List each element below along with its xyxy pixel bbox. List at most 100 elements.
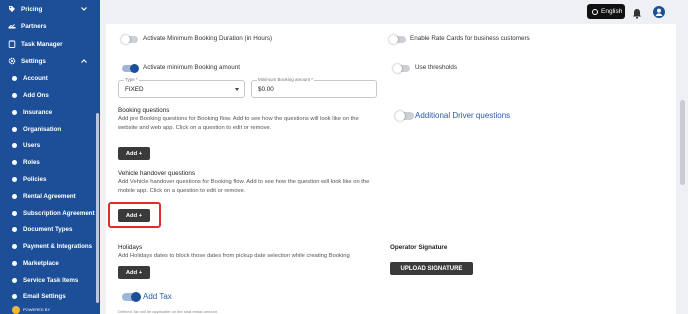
bell-icon[interactable] [632, 6, 642, 19]
bullet-icon [12, 226, 17, 232]
thresholds-label: Use thresholds [415, 64, 457, 71]
powered-by-label: POWERED BY [23, 307, 51, 312]
user-circle-icon[interactable] [653, 5, 665, 18]
sidebar-item-label: Policies [23, 175, 47, 183]
page-scrollbar[interactable] [680, 100, 685, 185]
holidays-desc: Add Holidays dates to block those dates … [118, 253, 350, 259]
clipboard-icon [8, 40, 16, 48]
sidebar-item-insurance[interactable]: Insurance [0, 104, 100, 120]
vehicle-handover-desc-1: Add Vehicle handover questions for Booki… [118, 179, 370, 185]
operator-signature-title: Operator Signature [390, 244, 448, 251]
sidebar-item-label: Service Task Items [23, 276, 79, 284]
vehicle-handover-title: Vehicle handover questions [118, 170, 196, 177]
sidebar-item-label: Rental Agreement [23, 192, 76, 200]
type-select[interactable]: Type * FIXED [118, 77, 245, 98]
globe-icon [592, 8, 598, 15]
vehicle-handover-desc-2: mobile app. Click on a question to edit … [118, 188, 246, 194]
min-amount-toggle[interactable] [122, 64, 139, 73]
sidebar-item-label: Add Ons [23, 91, 49, 99]
sidebar-item-document-types[interactable]: Document Types [0, 221, 100, 237]
booking-questions-desc-2: website and web app. Click on a question… [118, 125, 272, 131]
sidebar-item-label: Roles [23, 158, 40, 166]
type-select-value: FIXED [125, 86, 144, 93]
partners-icon [8, 22, 16, 30]
bullet-icon [12, 109, 17, 115]
sidebar-item-partners[interactable]: Partners [0, 18, 100, 34]
add-tax-label: Add Tax [143, 292, 172, 301]
upload-signature-button[interactable]: UPLOAD SIGNATURE [390, 262, 473, 275]
sidebar-item-email-settings[interactable]: Email Settings [0, 288, 100, 304]
sidebar-item-add-ons[interactable]: Add Ons [0, 87, 100, 103]
sidebar-item-account[interactable]: Account [0, 70, 100, 86]
sidebar-item-roles[interactable]: Roles [0, 154, 100, 170]
language-button[interactable]: English [587, 4, 625, 19]
sidebar-item-label: Organisation [23, 125, 62, 133]
sidebar-item-rental-agreement[interactable]: Rental Agreement [0, 188, 100, 204]
tag-icon [8, 5, 16, 13]
sidebar-item-payment-integrations[interactable]: Payment & Integrations [0, 238, 100, 254]
bullet-icon [12, 293, 17, 299]
bullet-icon [12, 159, 17, 165]
booking-questions-add-button[interactable]: Add + [118, 147, 150, 160]
bullet-icon [12, 277, 17, 283]
chevron-down-icon[interactable] [80, 5, 88, 13]
sidebar-item-users[interactable]: Users [0, 137, 100, 153]
sidebar-item-label: Users [23, 141, 41, 149]
sidebar-item-label: Insurance [23, 108, 53, 116]
thresholds-toggle[interactable] [393, 64, 410, 73]
sidebar-item-label: Account [23, 74, 48, 82]
sidebar-item-organisation[interactable]: Organisation [0, 121, 100, 137]
bullet-icon [12, 92, 17, 98]
bullet-icon [12, 142, 17, 148]
sidebar-item-label: Task Manager [21, 40, 63, 48]
brand-logo-icon [12, 305, 20, 314]
sidebar-item-label: Settings [21, 57, 46, 65]
booking-questions-desc-1: Add pre Booking questions for Booking fl… [118, 116, 359, 122]
sidebar-item-label: Payment & Integrations [23, 242, 93, 250]
sidebar-item-subscription-agreement[interactable]: Subscription Agreement [0, 205, 100, 221]
min-amount-input-value: $0.00 [258, 86, 274, 93]
min-amount-label: Activate minimum Booking amount [143, 64, 240, 71]
bullet-icon [12, 210, 17, 216]
add-tax-toggle[interactable] [122, 292, 141, 302]
bullet-icon [12, 260, 17, 266]
sidebar-scrollbar[interactable] [96, 113, 99, 303]
additional-driver-label: Additional Driver questions [415, 111, 511, 120]
gear-icon [8, 57, 16, 65]
sidebar-item-service-task-items[interactable]: Service Task Items [0, 272, 100, 288]
sidebar-item-task-manager[interactable]: Task Manager [0, 36, 100, 52]
bullet-icon [12, 176, 17, 182]
sidebar-item-label: Subscription Agreement [23, 209, 95, 217]
bullet-icon [12, 243, 17, 249]
holidays-title: Holidays [118, 244, 143, 251]
sidebar-item-marketplace[interactable]: Marketplace [0, 255, 100, 271]
sidebar-item-settings[interactable]: Settings [0, 53, 100, 69]
additional-driver-toggle[interactable] [395, 111, 414, 121]
vehicle-handover-add-button[interactable]: Add + [118, 209, 150, 222]
bullet-icon [12, 126, 17, 132]
rate-cards-label: Enable Rate Cards for business customers [410, 35, 530, 42]
sidebar-item-pricing[interactable]: Pricing [0, 1, 100, 17]
caret-down-icon [235, 88, 239, 91]
type-select-label: Type * [124, 77, 139, 82]
bullet-icon [12, 193, 17, 199]
sidebar-item-label: Email Settings [23, 292, 66, 300]
sidebar-item-label: Partners [21, 22, 47, 30]
sidebar-item-policies[interactable]: Policies [0, 171, 100, 187]
language-label: English [601, 8, 623, 15]
bullet-icon [12, 75, 17, 81]
sidebar-item-label: Marketplace [23, 259, 59, 267]
app-root: Pricing Partners Task Manager Settings A… [0, 0, 688, 314]
sidebar-item-label: Pricing [21, 5, 43, 13]
tax-note: Defined Tax will be applicable on the to… [118, 309, 217, 314]
min-duration-toggle[interactable] [121, 35, 138, 44]
sidebar-item-label: Document Types [23, 225, 73, 233]
powered-by: POWERED BY [12, 305, 50, 314]
min-amount-input-label: Minimum Booking amount * [257, 77, 315, 82]
rate-cards-toggle[interactable] [389, 35, 406, 44]
chevron-up-icon[interactable] [80, 57, 88, 65]
holidays-add-button[interactable]: Add + [118, 266, 150, 279]
sidebar: Pricing Partners Task Manager Settings A… [0, 0, 100, 314]
min-duration-label: Activate Minimum Booking Duration (in Ho… [143, 35, 273, 42]
min-amount-input[interactable]: Minimum Booking amount * $0.00 [251, 77, 377, 98]
